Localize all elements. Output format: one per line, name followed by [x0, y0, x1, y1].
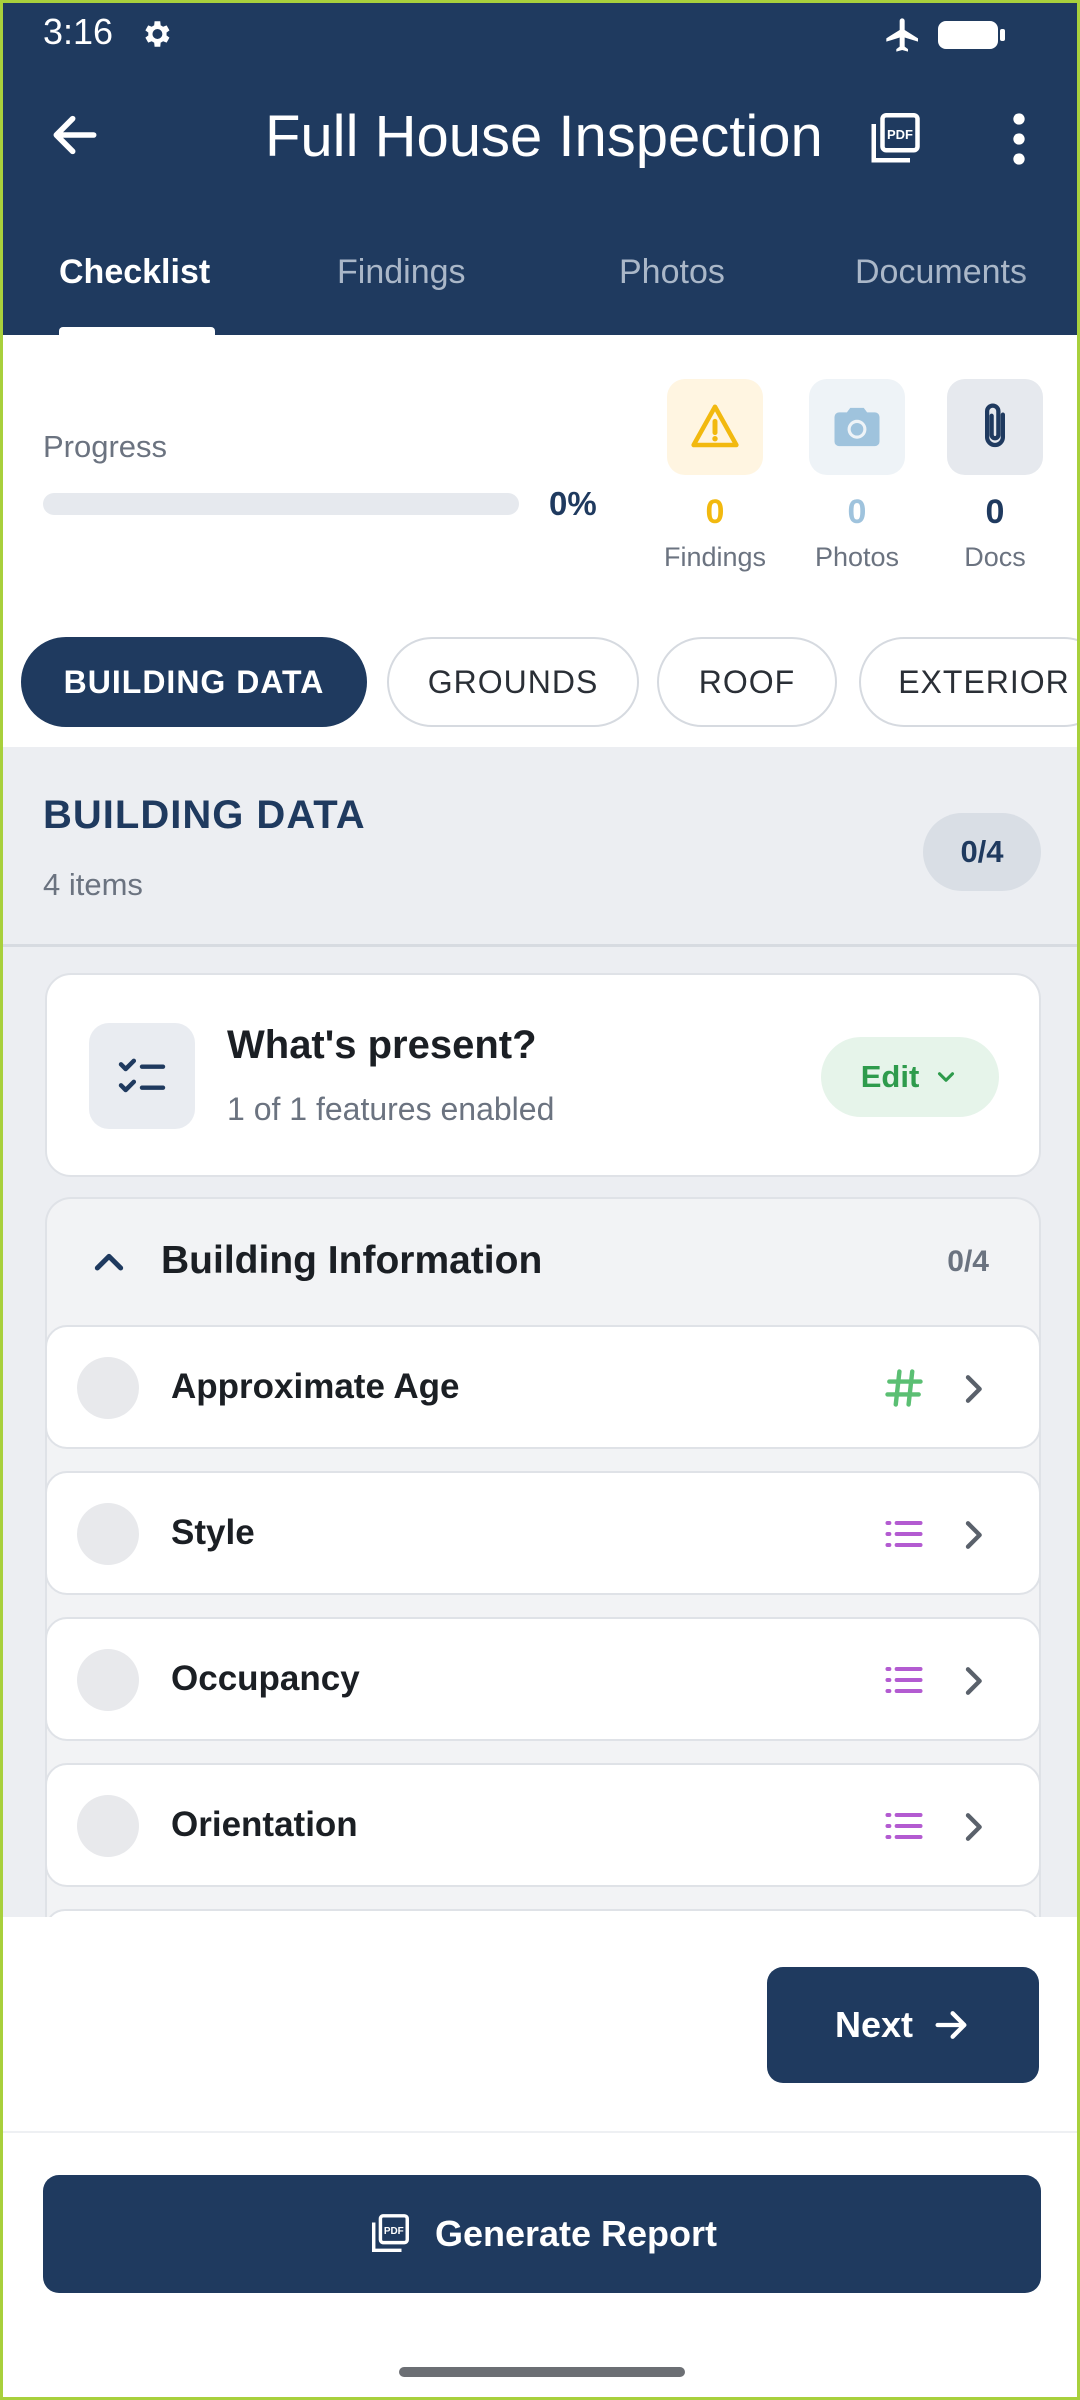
present-title: What's present?: [227, 1023, 537, 1067]
photos-stat-box: [809, 379, 905, 475]
chip-roof[interactable]: ROOF: [657, 637, 837, 727]
list-item-approximate-age[interactable]: Approximate Age: [45, 1325, 1041, 1449]
status-circle: [77, 1649, 139, 1711]
building-information-group: Building Information 0/4 Approximate Age…: [45, 1197, 1041, 1949]
chevron-right-icon: [965, 1667, 982, 1695]
tab-bar: Checklist Findings Photos Documents: [3, 235, 1077, 335]
findings-stat[interactable]: 0 Findings: [645, 379, 785, 573]
battery-icon: [938, 21, 1005, 49]
chip-exterior[interactable]: EXTERIOR: [859, 637, 1077, 727]
progress-bar: [43, 493, 519, 515]
pdf-icon: PDF: [371, 2214, 409, 2253]
status-bar: 3:16: [3, 3, 1077, 65]
svg-text:PDF: PDF: [887, 127, 913, 142]
page-title: Full House Inspection: [265, 104, 823, 169]
tab-checklist[interactable]: Checklist: [59, 253, 210, 292]
chevron-right-icon: [965, 1813, 982, 1841]
generate-report-button[interactable]: PDF Generate Report: [43, 2175, 1041, 2293]
section-header: BUILDING DATA 4 items 0/4: [3, 747, 1077, 947]
list-item-style[interactable]: Style: [45, 1471, 1041, 1595]
tab-indicator: [59, 327, 215, 335]
docs-stat-box: [947, 379, 1043, 475]
checklist-icon: [118, 1058, 166, 1093]
chip-building-data[interactable]: BUILDING DATA: [21, 637, 367, 727]
item-label: Occupancy: [171, 1659, 360, 1698]
list-item-occupancy[interactable]: Occupancy: [45, 1617, 1041, 1741]
group-title[interactable]: Building Information: [161, 1239, 542, 1283]
chevron-down-icon: [938, 1072, 955, 1082]
pdf-icon[interactable]: PDF: [865, 109, 925, 169]
next-bar: Next: [3, 1917, 1077, 2133]
list-item-orientation[interactable]: Orientation: [45, 1763, 1041, 1887]
tab-fade: [1017, 235, 1077, 335]
photos-stat-label: Photos: [814, 542, 900, 572]
section-title: BUILDING DATA: [43, 793, 366, 837]
list-icon: [879, 1655, 929, 1705]
item-label: Approximate Age: [171, 1367, 460, 1406]
arrow-right-icon: [935, 2011, 967, 2039]
checklist-icon-box: [89, 1023, 195, 1129]
photos-count: 0: [847, 493, 867, 531]
item-label: Orientation: [171, 1805, 358, 1844]
app-header: 3:16 Full House Inspection PDF Checklist…: [3, 3, 1077, 335]
svg-text:PDF: PDF: [384, 2226, 404, 2237]
warning-icon: [691, 404, 739, 448]
findings-count: 0: [705, 493, 725, 531]
section-item-count: 4 items: [43, 867, 143, 902]
status-circle: [77, 1357, 139, 1419]
status-time: 3:16: [43, 11, 114, 52]
section-progress-badge: 0/4: [923, 813, 1041, 891]
group-count: 0/4: [947, 1245, 989, 1278]
chip-grounds[interactable]: GROUNDS: [387, 637, 639, 727]
tab-findings[interactable]: Findings: [337, 253, 466, 292]
chevron-right-icon: [965, 1375, 982, 1403]
docs-stat[interactable]: 0 Docs: [925, 379, 1065, 573]
status-circle: [77, 1503, 139, 1565]
generate-report-label: Generate Report: [434, 2213, 718, 2254]
present-subtitle: 1 of 1 features enabled: [227, 1091, 555, 1127]
number-icon: [879, 1363, 929, 1413]
status-circle: [77, 1795, 139, 1857]
list-icon: [879, 1801, 929, 1851]
item-label: Style: [171, 1513, 255, 1552]
edit-features-button[interactable]: Edit: [821, 1037, 999, 1117]
next-button[interactable]: Next: [767, 1967, 1039, 2083]
whats-present-card[interactable]: What's present? 1 of 1 features enabled …: [45, 973, 1041, 1177]
airplane-mode-icon: [886, 18, 918, 52]
checklist-scroll[interactable]: What's present? 1 of 1 features enabled …: [3, 947, 1077, 1949]
chevron-right-icon: [965, 1521, 982, 1549]
back-arrow-icon[interactable]: [47, 107, 103, 163]
next-label: Next: [834, 2004, 914, 2045]
findings-stat-label: Findings: [663, 542, 767, 572]
chevron-up-icon[interactable]: [89, 1243, 129, 1283]
more-vert-icon[interactable]: [999, 109, 1039, 169]
settings-gear-icon: [145, 21, 170, 47]
docs-count: 0: [985, 493, 1005, 531]
camera-icon: [834, 407, 880, 447]
findings-stat-box: [667, 379, 763, 475]
photos-stat[interactable]: 0 Photos: [787, 379, 927, 573]
tab-documents[interactable]: Documents: [855, 253, 1027, 292]
docs-stat-label: Docs: [964, 542, 1026, 572]
tab-photos[interactable]: Photos: [619, 253, 725, 292]
paperclip-icon: [984, 403, 1006, 448]
category-chips: BUILDING DATA GROUNDS ROOF EXTERIOR: [3, 615, 1077, 747]
progress-percent: 0%: [549, 485, 597, 522]
edit-label: Edit: [860, 1059, 920, 1094]
progress-label: Progress: [43, 429, 168, 464]
list-icon: [879, 1509, 929, 1559]
home-indicator[interactable]: [399, 2367, 685, 2377]
